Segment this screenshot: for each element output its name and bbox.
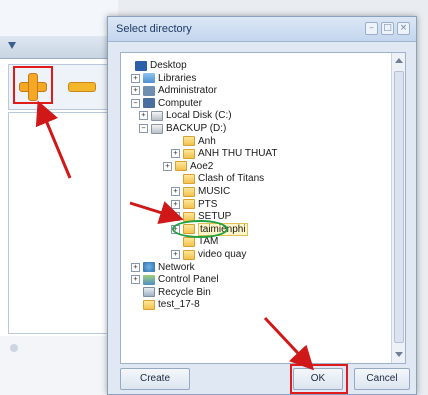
annotation-arrows [35,100,315,371]
arrow-to-music-folder [129,201,184,225]
arrow-to-add-button [35,100,72,179]
arrow-to-ok-button [263,316,315,371]
